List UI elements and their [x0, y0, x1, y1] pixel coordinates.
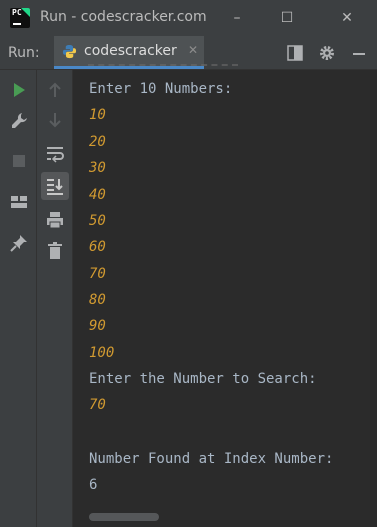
- clipped-text-fragment: [88, 64, 238, 72]
- window-title: Run - codescracker.com: [40, 9, 207, 25]
- scroll-to-end-icon: [47, 179, 63, 195]
- console-input-line: 40: [89, 187, 106, 203]
- title-bar: PC Run - codescracker.com – ☐ ✕: [0, 0, 377, 36]
- console-output-line: Number Found at Index Number:: [89, 451, 334, 467]
- console-output-line: 6: [89, 477, 98, 493]
- console-output-line: Enter 10 Numbers:: [89, 81, 233, 97]
- scroll-to-end-toggle[interactable]: [41, 172, 69, 200]
- console-input-line: 30: [89, 160, 106, 176]
- print-icon[interactable]: [45, 210, 65, 230]
- soft-wrap-icon[interactable]: [45, 143, 65, 163]
- layout-icon[interactable]: [286, 44, 304, 62]
- scroll-up-icon[interactable]: [45, 80, 65, 100]
- console-input-line: 20: [89, 134, 106, 150]
- console-input-line: 80: [89, 292, 106, 308]
- console-output-line: Enter the Number to Search:: [89, 371, 317, 387]
- minimize-button[interactable]: –: [226, 8, 248, 28]
- minimize-icon[interactable]: [350, 44, 368, 62]
- console-input-line: 10: [89, 107, 106, 123]
- python-icon: [62, 44, 77, 59]
- tab-label: codescracker: [84, 43, 177, 59]
- wrench-icon[interactable]: [9, 111, 29, 131]
- console-input-line: 50: [89, 213, 106, 229]
- horizontal-scrollbar[interactable]: [89, 513, 159, 521]
- tab-close-button[interactable]: ✕: [188, 43, 198, 57]
- close-button[interactable]: ✕: [336, 8, 358, 28]
- pin-icon[interactable]: [9, 233, 29, 253]
- console-input-line: 70: [89, 397, 106, 413]
- run-icon[interactable]: [9, 80, 29, 100]
- console-input-line: 60: [89, 239, 106, 255]
- console-input-line: 70: [89, 266, 106, 282]
- layout-panels-icon[interactable]: [9, 192, 29, 212]
- console-output[interactable]: Enter 10 Numbers: 10 20 30 40 50 60 70 80 90 100 En…: [73, 70, 377, 527]
- gear-icon[interactable]: [318, 44, 336, 62]
- console-input-line: 100: [89, 345, 115, 361]
- scroll-down-icon[interactable]: [45, 110, 65, 130]
- delete-icon[interactable]: [45, 241, 65, 261]
- stop-icon[interactable]: [9, 151, 29, 171]
- maximize-button[interactable]: ☐: [276, 8, 298, 28]
- run-label: Run:: [8, 45, 40, 61]
- console-input-line: 90: [89, 318, 106, 334]
- console-toolbar: [37, 70, 73, 527]
- pycharm-logo-icon: PC: [10, 8, 30, 28]
- run-left-toolbar: [0, 70, 37, 527]
